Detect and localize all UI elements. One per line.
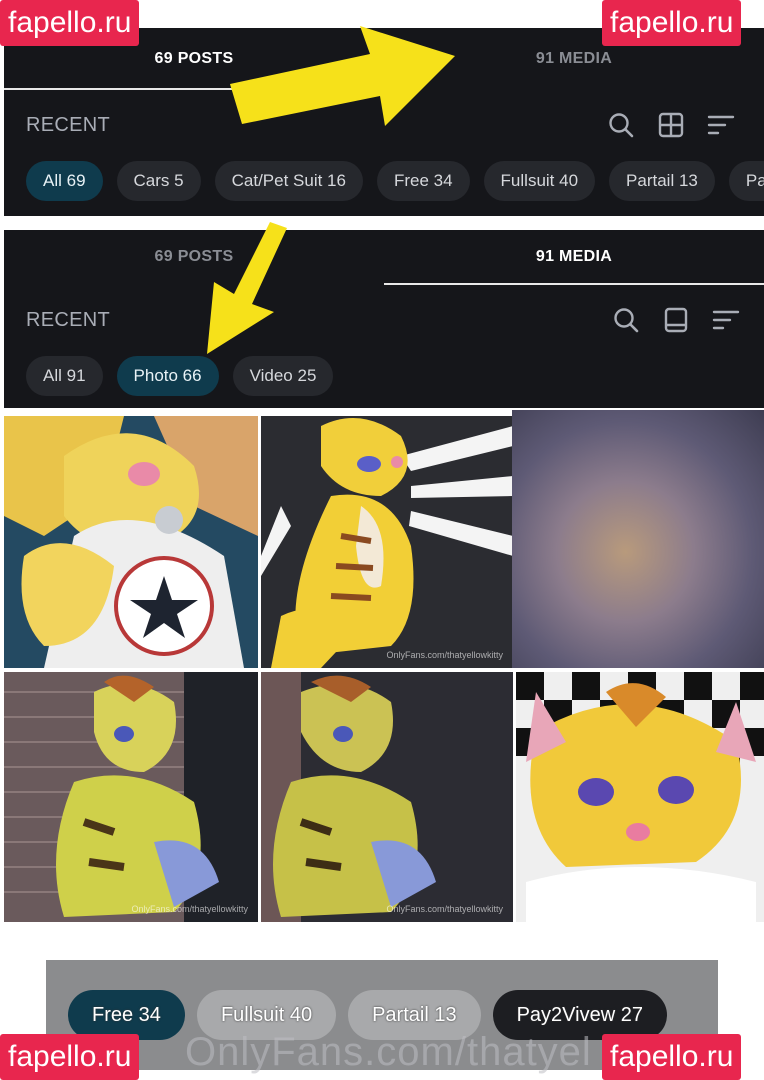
image-watermark: OnlyFans.com/thatyellowkitty <box>637 904 754 914</box>
site-watermark-badge: fapello.ru <box>0 1034 140 1080</box>
yellow-arrow-right-icon <box>230 26 455 126</box>
onlyfans-watermark: OnlyFans.com/thatyel <box>185 1030 592 1074</box>
photo-image <box>261 416 513 668</box>
chip-photo[interactable]: Photo 66 <box>116 356 219 396</box>
image-watermark: OnlyFans.com/thatyellowkitty <box>131 904 248 914</box>
chip-all[interactable]: All 91 <box>26 356 103 396</box>
media-thumbnail-blurred[interactable] <box>512 410 764 668</box>
search-icon[interactable] <box>611 305 641 335</box>
chip-video[interactable]: Video 25 <box>232 356 334 396</box>
tab-bar: 69 POSTS 91 MEDIA <box>4 230 764 284</box>
grid-icon[interactable] <box>656 110 686 140</box>
media-thumbnail[interactable] <box>4 416 258 668</box>
tab-media[interactable]: 91 MEDIA <box>384 230 764 284</box>
yellow-arrow-down-icon <box>207 222 287 354</box>
sort-icon[interactable] <box>711 305 741 335</box>
recent-label: RECENT <box>26 308 111 331</box>
photo-image <box>261 672 513 922</box>
media-thumbnail[interactable]: OnlyFans.com/thatyellowkitty <box>4 672 258 922</box>
photo-image <box>516 672 764 922</box>
chip-cat-pet-suit[interactable]: Cat/Pet Suit 16 <box>214 161 363 201</box>
site-watermark-badge: fapello.ru <box>602 1034 742 1080</box>
chip-partail[interactable]: Partail 13 <box>609 161 715 201</box>
filter-chips: All 69 Cars 5 Cat/Pet Suit 16 Free 34 Fu… <box>26 161 764 201</box>
chip-fullsuit[interactable]: Fullsuit 40 <box>483 161 596 201</box>
media-thumbnail[interactable]: OnlyFans.com/thatyellowkitty <box>516 672 764 922</box>
media-type-chips: All 91 Photo 66 Video 25 <box>26 356 334 396</box>
search-icon[interactable] <box>606 110 636 140</box>
photo-image <box>4 416 258 668</box>
site-watermark-badge: fapello.ru <box>0 0 140 46</box>
chip-free[interactable]: Free 34 <box>68 990 185 1040</box>
recent-toolbar: RECENT <box>4 300 764 340</box>
sort-icon[interactable] <box>706 110 736 140</box>
screenshot-collage: 69 POSTS 91 MEDIA RECENT All 69 Cars 5 C… <box>0 0 764 1080</box>
photo-image <box>4 672 258 922</box>
site-watermark-badge: fapello.ru <box>602 0 742 46</box>
media-thumbnail[interactable]: OnlyFans.com/thatyellowkitty <box>261 416 513 668</box>
single-view-icon[interactable] <box>661 305 691 335</box>
media-grid: OnlyFans.com/thatyellowkitty OnlyFans.co… <box>4 410 764 922</box>
image-watermark: OnlyFans.com/thatyellowkitty <box>386 650 503 660</box>
active-tab-underline <box>384 283 764 285</box>
profile-tabs-panel-media: 69 POSTS 91 MEDIA RECENT All 91 Photo 66… <box>4 230 764 408</box>
chip-pay2view-truncated[interactable]: Pa <box>728 161 764 201</box>
recent-label: RECENT <box>26 113 111 136</box>
chip-free[interactable]: Free 34 <box>376 161 470 201</box>
chip-all[interactable]: All 69 <box>26 161 103 201</box>
media-thumbnail[interactable]: OnlyFans.com/thatyellowkitty <box>261 672 513 922</box>
chip-cars[interactable]: Cars 5 <box>116 161 201 201</box>
image-watermark: OnlyFans.com/thatyellowkitty <box>386 904 503 914</box>
